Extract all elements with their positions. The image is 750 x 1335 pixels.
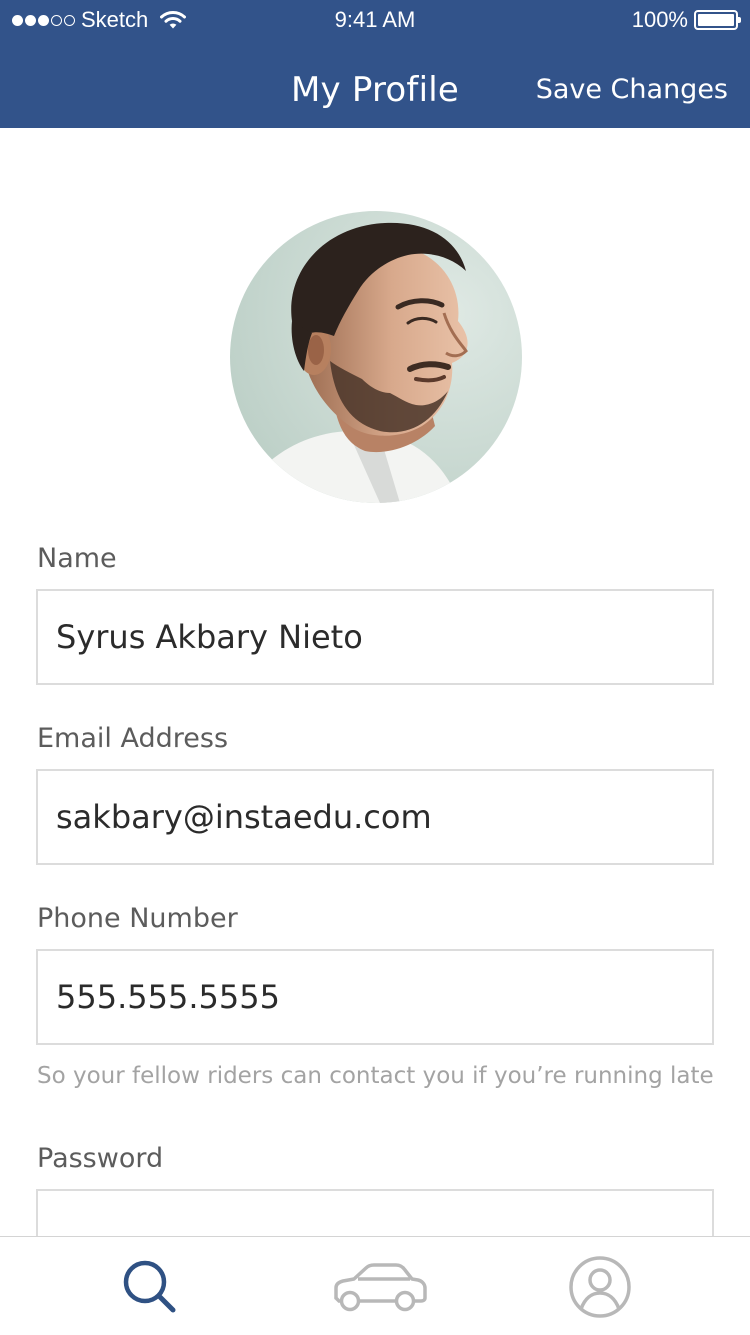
phone-label: Phone Number: [37, 903, 238, 934]
tab-bar: [0, 1236, 750, 1335]
tab-profile[interactable]: [540, 1247, 660, 1327]
tab-rides[interactable]: [320, 1247, 440, 1327]
email-label: Email Address: [37, 723, 229, 754]
avatar[interactable]: [230, 211, 522, 503]
phone-field[interactable]: [38, 951, 712, 1043]
phone-field-container: [36, 949, 714, 1045]
name-label: Name: [37, 543, 117, 574]
phone-hint: So your fellow riders can contact you if…: [37, 1063, 714, 1089]
tab-search[interactable]: [90, 1247, 210, 1327]
profile-photo: [230, 211, 522, 503]
battery-percentage: 100%: [631, 7, 688, 32]
email-field-container: [36, 769, 714, 865]
car-icon: [334, 1263, 427, 1312]
status-bar: Sketch 9:41 AM 100%: [0, 0, 750, 40]
battery-fill: [698, 14, 734, 26]
name-field-container: [36, 589, 714, 685]
name-field[interactable]: [38, 591, 712, 683]
battery-icon: [694, 10, 741, 30]
status-right: 100%: [631, 6, 741, 34]
email-field[interactable]: [38, 771, 712, 863]
search-icon: [123, 1260, 176, 1313]
header: Sketch 9:41 AM 100% My Profile Save Chan…: [0, 0, 750, 128]
password-label: Password: [37, 1143, 164, 1174]
save-changes-button[interactable]: Save Changes: [536, 70, 728, 110]
profile-icon: [569, 1256, 631, 1318]
